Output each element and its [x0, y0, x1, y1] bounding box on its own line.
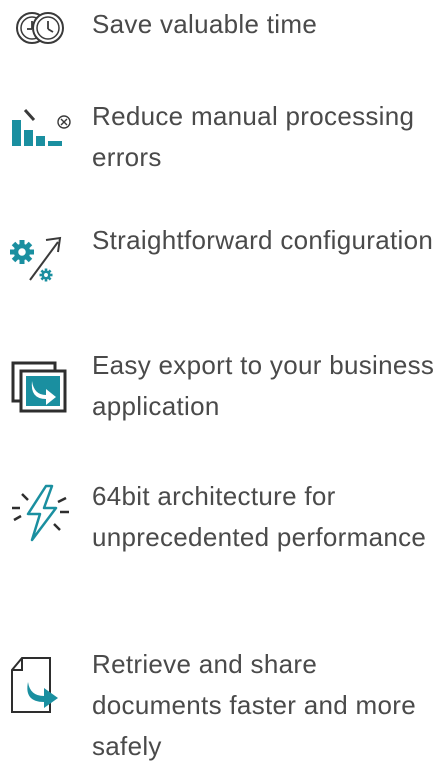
feature-text: Reduce manual processing errors	[92, 101, 415, 172]
reduce-errors-icon	[8, 106, 74, 152]
export-icon	[8, 359, 74, 415]
clocks-icon	[8, 2, 74, 50]
feature-text: Save valuable time	[92, 9, 318, 39]
feature-text: Straightforward configuration	[92, 225, 434, 255]
feature-text: 64bit architecture for unprecedented per…	[92, 481, 427, 552]
feature-text: Easy export to your business application	[92, 350, 435, 421]
lightning-icon	[8, 480, 74, 546]
feature-text: Retrieve and share documents faster and …	[92, 649, 416, 761]
document-share-icon	[8, 656, 74, 716]
configuration-gears-icon	[8, 232, 74, 288]
